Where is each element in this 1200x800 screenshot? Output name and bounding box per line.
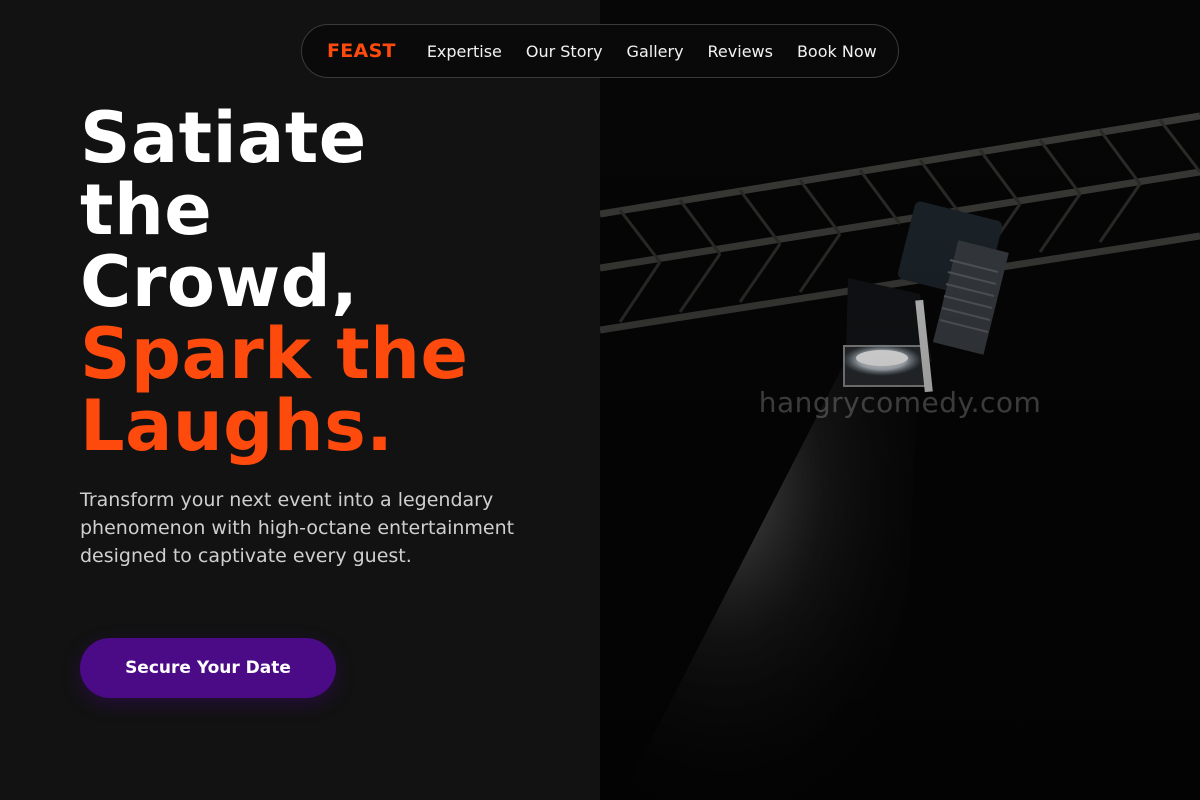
headline-line: Crowd,	[80, 241, 359, 323]
nav-link-expertise[interactable]: Expertise	[427, 42, 502, 61]
nav-link-reviews[interactable]: Reviews	[708, 42, 773, 61]
headline-accent-line: Spark the	[80, 313, 469, 395]
top-navigation: FEAST Expertise Our Story Gallery Review…	[301, 24, 899, 78]
headline-line: Satiate	[80, 97, 367, 179]
nav-link-book-now[interactable]: Book Now	[797, 42, 877, 61]
hero-subtitle: Transform your next event into a legenda…	[80, 489, 515, 567]
nav-link-our-story[interactable]: Our Story	[526, 42, 603, 61]
hero-image: hangrycomedy.com	[600, 0, 1200, 800]
brand-logo[interactable]: FEAST	[327, 40, 396, 62]
secure-your-date-button[interactable]: Secure Your Date	[80, 638, 336, 698]
nav-link-gallery[interactable]: Gallery	[627, 42, 684, 61]
hero-headline: Satiate the Crowd, Spark the Laughs.	[80, 102, 580, 462]
headline-accent-line: Laughs.	[80, 385, 394, 467]
watermark-text: hangrycomedy.com	[758, 386, 1042, 419]
landing-page: hangrycomedy.com FEAST Expertise Our Sto…	[0, 0, 1200, 800]
headline-line: the	[80, 169, 213, 251]
